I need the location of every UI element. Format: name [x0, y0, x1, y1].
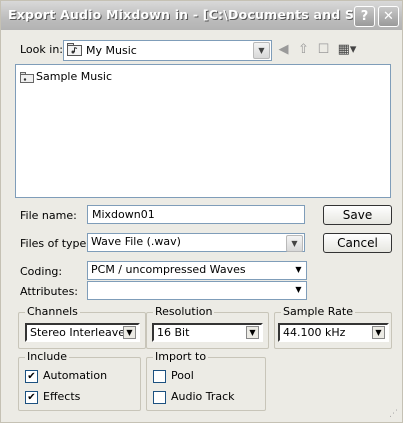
resize-grip-icon[interactable]: ⋰ [389, 409, 399, 419]
attributes-label: Attributes: [20, 285, 79, 298]
sample-rate-dropdown[interactable]: 44.100 kHz ▼ [278, 323, 389, 342]
import-to-title: Import to [153, 350, 209, 363]
automation-checkbox[interactable]: ✔ [25, 370, 38, 383]
import-to-group: Import to Pool Audio Track [146, 350, 266, 411]
new-folder-icon[interactable]: ☐ [315, 41, 332, 58]
audio-track-label: Audio Track [171, 390, 235, 403]
chevron-down-icon[interactable]: ▼ [123, 326, 136, 339]
back-icon[interactable]: ◀ [275, 41, 292, 58]
include-title: Include [25, 350, 70, 363]
automation-label: Automation [43, 369, 108, 382]
close-button[interactable]: ✕ [378, 6, 399, 27]
title-bar[interactable]: Export Audio Mixdown in - [C:\Documents … [1, 1, 402, 30]
attributes-dropdown[interactable]: ▼ [87, 281, 307, 300]
pool-checkbox[interactable] [153, 370, 166, 383]
file-name: Sample Music [36, 70, 113, 83]
pool-label: Pool [171, 369, 194, 382]
resolution-value: 16 Bit [157, 326, 190, 339]
file-list[interactable]: Sample Music [15, 64, 391, 198]
channels-dropdown[interactable]: Stereo Interleaved ▼ [25, 323, 140, 342]
coding-label: Coding: [20, 265, 63, 278]
window-title: Export Audio Mixdown in - [C:\Documents … [8, 7, 353, 22]
sample-rate-group: Sample Rate 44.100 kHz ▼ [274, 305, 392, 349]
help-button[interactable]: ? [354, 6, 375, 27]
file-name-value: Mixdown01 [92, 208, 155, 221]
up-folder-icon[interactable]: ⇧ [295, 41, 312, 58]
chevron-down-icon[interactable]: ▼ [246, 326, 259, 339]
music-folder-icon [20, 72, 34, 83]
files-of-type-value: Wave File (.wav) [91, 235, 181, 248]
chevron-down-icon[interactable]: ▼ [293, 284, 304, 295]
look-in-value: My Music [86, 44, 137, 57]
channels-title: Channels [25, 305, 80, 318]
channels-group: Channels Stereo Interleaved ▼ [18, 305, 146, 349]
file-name-input[interactable]: Mixdown01 [87, 205, 305, 224]
export-audio-mixdown-dialog: Export Audio Mixdown in - [C:\Documents … [0, 0, 403, 423]
coding-value: PCM / uncompressed Waves [91, 263, 246, 276]
view-menu-icon[interactable]: ▦▾ [335, 41, 359, 58]
effects-label: Effects [43, 390, 81, 403]
audio-track-checkbox[interactable] [153, 391, 166, 404]
channels-value: Stereo Interleaved [30, 326, 132, 339]
resolution-title: Resolution [153, 305, 215, 318]
save-button[interactable]: Save [323, 205, 392, 225]
look-in-label: Look in: [20, 43, 63, 56]
coding-dropdown[interactable]: PCM / uncompressed Waves ▼ [87, 261, 307, 280]
chevron-down-icon[interactable]: ▼ [286, 235, 303, 252]
files-of-type-dropdown[interactable]: Wave File (.wav) ▼ [87, 233, 305, 252]
files-of-type-label: Files of type: [20, 237, 91, 250]
cancel-button[interactable]: Cancel [323, 233, 392, 253]
chevron-down-icon[interactable]: ▼ [372, 326, 385, 339]
effects-checkbox[interactable]: ✔ [25, 391, 38, 404]
sample-rate-title: Sample Rate [281, 305, 355, 318]
resolution-group: Resolution 16 Bit ▼ [146, 305, 269, 349]
music-folder-icon [67, 43, 82, 56]
include-group: Include ✔ Automation ✔ Effects [18, 350, 141, 411]
file-name-label: File name: [20, 209, 77, 222]
resolution-dropdown[interactable]: 16 Bit ▼ [152, 323, 263, 342]
look-in-dropdown[interactable]: My Music ▼ [63, 40, 272, 61]
chevron-down-icon[interactable]: ▼ [253, 42, 270, 59]
sample-rate-value: 44.100 kHz [283, 326, 346, 339]
chevron-down-icon[interactable]: ▼ [293, 264, 304, 275]
